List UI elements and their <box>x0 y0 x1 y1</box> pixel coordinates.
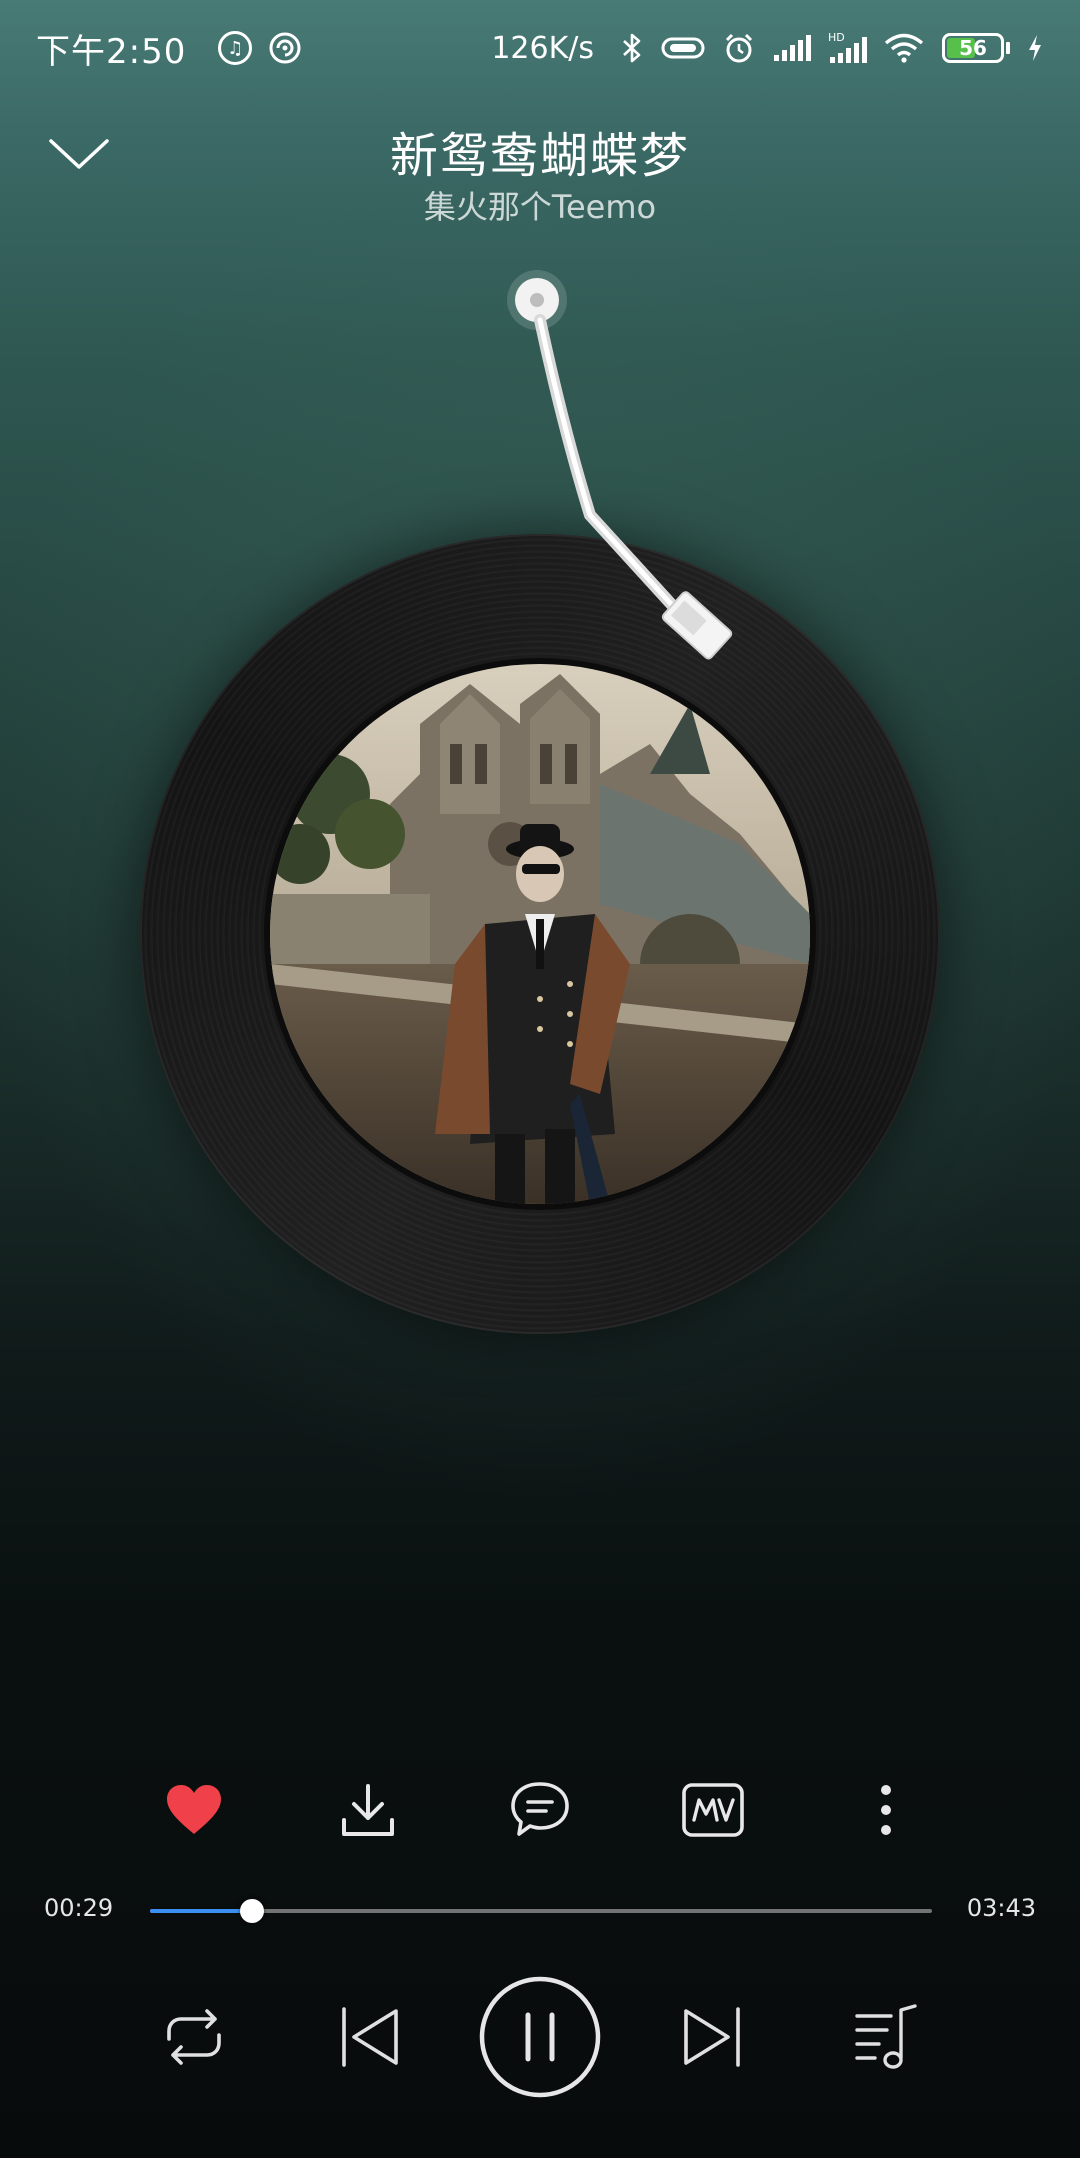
charging-icon <box>1026 33 1044 63</box>
status-time: 下午2:50 <box>36 31 187 72</box>
like-button[interactable] <box>154 1770 234 1850</box>
signal-icon <box>772 33 812 63</box>
play-pause-button[interactable] <box>478 1975 602 2099</box>
album-cover-image <box>270 664 810 1204</box>
progress-thumb[interactable] <box>239 1899 264 1923</box>
repeat-button[interactable] <box>154 2005 234 2069</box>
skip-previous-icon <box>342 2007 398 2067</box>
bluetooth-icon <box>620 31 644 65</box>
previous-button[interactable] <box>330 2003 410 2071</box>
vibrate-icon <box>660 34 706 62</box>
song-artist[interactable]: 集火那个Teemo <box>0 182 1080 228</box>
network-speed: 126K/s <box>491 30 594 66</box>
more-button[interactable] <box>846 1770 926 1850</box>
skip-next-icon <box>684 2007 740 2067</box>
download-icon <box>342 1784 394 1836</box>
song-title: 新鸳鸯蝴蝶梦 <box>389 128 690 184</box>
alarm-icon <box>722 31 756 65</box>
wifi-icon <box>884 33 924 63</box>
hd-signal-icon: HD <box>828 31 868 65</box>
download-button[interactable] <box>328 1770 408 1850</box>
next-button[interactable] <box>672 2003 752 2071</box>
status-right: 126K/s HD 56 <box>491 31 1044 66</box>
battery-cap <box>1006 42 1010 54</box>
playback-controls <box>0 1975 1080 2099</box>
sync-icon <box>268 31 302 65</box>
playlist-button[interactable] <box>846 1997 926 2077</box>
vinyl-record[interactable] <box>140 534 940 1334</box>
progress-track[interactable] <box>150 1899 932 1923</box>
battery-level: 56 <box>959 36 987 60</box>
current-time: 00:29 <box>44 1894 114 1922</box>
tonearm-pivot-center <box>530 293 544 307</box>
svg-text:HD: HD <box>828 31 845 44</box>
pause-icon <box>479 1976 601 2098</box>
comment-button[interactable] <box>500 1770 580 1850</box>
album-cover <box>270 664 810 1204</box>
mv-button[interactable] <box>673 1770 753 1850</box>
battery-icon: 56 <box>942 33 1004 63</box>
comment-icon <box>511 1782 569 1836</box>
action-row <box>0 1770 1080 1850</box>
tonearm-pivot <box>515 278 559 322</box>
more-vertical-icon <box>881 1785 891 1835</box>
progress-fill <box>150 1909 252 1913</box>
playlist-icon <box>855 2004 917 2069</box>
progress-area: 00:29 03:43 <box>0 1890 1080 1934</box>
mv-icon <box>682 1783 744 1837</box>
tonearm-pivot-ring <box>507 270 567 330</box>
music-note-icon: ♫ <box>218 31 253 65</box>
repeat-icon <box>167 2009 221 2065</box>
status-bar: 下午2:50 ♫ 126K/s HD 56 <box>0 0 1080 96</box>
total-time: 03:43 <box>966 1894 1036 1922</box>
heart-icon <box>167 1785 221 1834</box>
status-left: 下午2:50 ♫ <box>36 24 302 73</box>
